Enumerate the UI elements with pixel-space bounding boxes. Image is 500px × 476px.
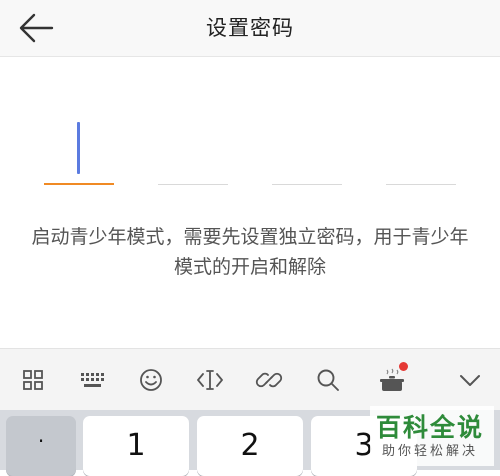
cursor-move-button[interactable] [192,362,228,398]
keyboard-button[interactable] [74,362,110,398]
pin-underline [386,184,456,185]
collapse-keyboard-button[interactable] [452,362,488,398]
pot-button[interactable] [374,362,410,398]
pin-underline [272,184,342,185]
grid-button[interactable] [15,362,51,398]
search-button[interactable] [310,362,346,398]
pin-input[interactable] [0,110,500,190]
pin-slot-2[interactable] [158,110,228,185]
search-icon [317,369,339,391]
pin-slot-4[interactable] [386,110,456,185]
notification-dot [399,362,408,371]
description-text: 启动青少年模式，需要先设置独立密码，用于青少年模式的开启和解除 [31,226,469,278]
page-title: 设置密码 [206,16,294,40]
keyboard-toolbar [0,348,500,411]
pin-slot-1[interactable] [44,110,114,185]
chevron-down-icon [460,375,480,386]
grid-icon [23,370,43,390]
header-bar: 设置密码 [0,0,500,57]
key-1[interactable]: 1 [83,416,189,476]
watermark-subtitle: 助你轻松解决 [382,444,479,459]
link-button[interactable] [251,362,287,398]
keyboard-icon [81,373,104,387]
text-cursor-icon [197,370,223,390]
watermark-title: 百科全说 [376,413,485,442]
link-icon [255,372,283,388]
watermark-logo: 百科全说 助你轻松解决 [370,406,494,466]
pin-underline [158,184,228,185]
emoji-button[interactable] [133,362,169,398]
pin-underline [44,183,114,185]
emoji-icon [140,369,162,391]
text-cursor [77,122,80,174]
key-symbol[interactable]: · [6,416,76,476]
pin-slot-3[interactable] [272,110,342,185]
key-2[interactable]: 2 [197,416,303,476]
